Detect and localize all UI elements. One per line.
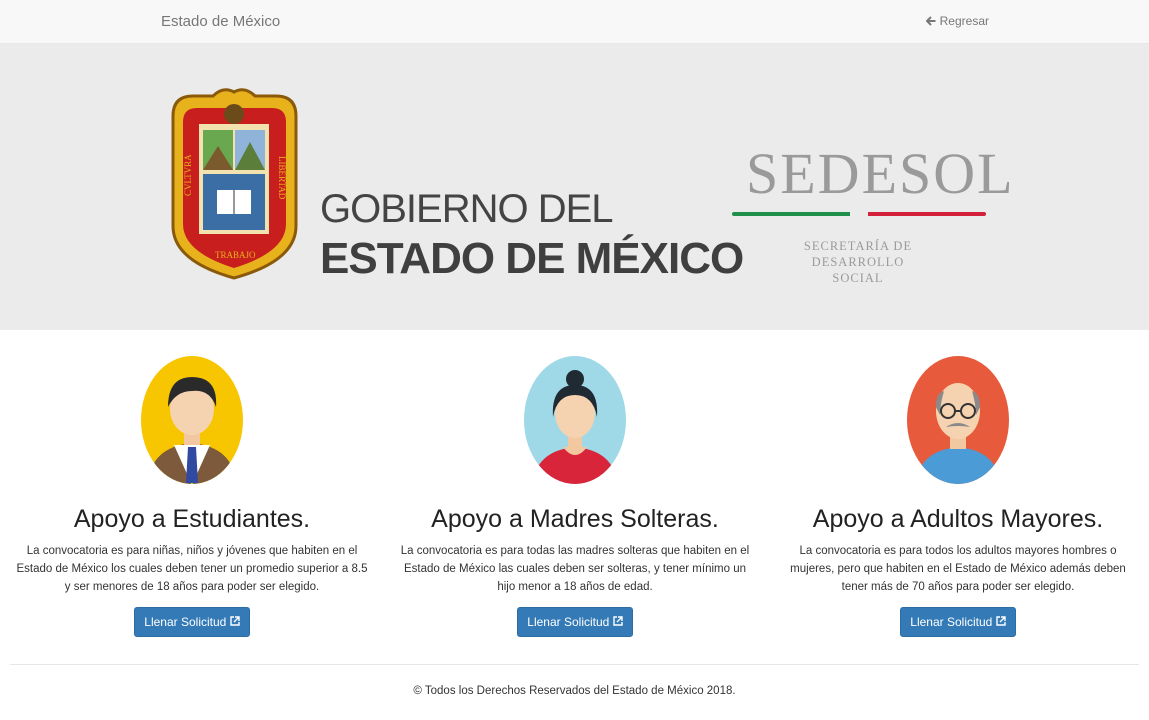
sedesol-sub-line2: DESARROLLO SOCIAL: [811, 255, 905, 285]
back-link[interactable]: Regresar: [925, 14, 989, 28]
back-label: Regresar: [939, 14, 989, 28]
program-title: Apoyo a Adultos Mayores.: [812, 505, 1104, 533]
footer-copyright: © Todos los Derechos Reservados del Esta…: [413, 685, 736, 697]
sedesol-subtitle: SECRETARÍA DE DESARROLLO SOCIAL: [790, 238, 926, 286]
program-description: La convocatoria es para todos los adulto…: [790, 545, 1126, 593]
seal-right-text: LIBERTAD: [277, 156, 287, 200]
fill-application-button[interactable]: Llenar Solicitud: [900, 607, 1016, 637]
arrow-left-icon: [925, 16, 936, 26]
fill-application-button[interactable]: Llenar Solicitud: [517, 607, 633, 637]
state-seal-logo: CVLTVRA LIBERTAD TRABAJO: [171, 88, 298, 280]
flag-red: [868, 212, 986, 216]
program-card-mothers: Apoyo a Madres Solteras. La convocatoria…: [395, 355, 755, 637]
senior-avatar-icon: [907, 356, 1009, 484]
external-link-icon: [996, 616, 1006, 626]
seal-bottom-text: TRABAJO: [215, 250, 256, 260]
program-card-seniors: Apoyo a Adultos Mayores. La convocatoria…: [778, 355, 1138, 637]
student-avatar-icon: [141, 356, 243, 484]
external-link-icon: [613, 616, 623, 626]
button-label: Llenar Solicitud: [910, 615, 993, 629]
flag-white: [850, 212, 868, 216]
program-title: Apoyo a Madres Solteras.: [431, 505, 719, 533]
flag-green: [732, 212, 850, 216]
gobierno-line2: ESTADO DE MÉXICO: [320, 234, 744, 283]
program-description: La convocatoria es para todas las madres…: [400, 545, 750, 593]
program-card-students: Apoyo a Estudiantes. La convocatoria es …: [12, 355, 372, 637]
top-navbar: Estado de México Regresar: [0, 0, 1149, 44]
sedesol-logo-text: SEDESOL: [746, 141, 1015, 206]
seal-left-text: CVLTVRA: [183, 154, 193, 196]
program-title: Apoyo a Estudiantes.: [73, 505, 311, 533]
sedesol-sub-line1: SECRETARÍA DE: [803, 239, 913, 253]
button-label: Llenar Solicitud: [144, 615, 227, 629]
brand-link[interactable]: Estado de México: [161, 13, 280, 30]
button-label: Llenar Solicitud: [527, 615, 610, 629]
footer-divider: [10, 664, 1139, 665]
external-link-icon: [230, 616, 240, 626]
program-description: La convocatoria es para niñas, niños y j…: [16, 545, 368, 593]
fill-application-button[interactable]: Llenar Solicitud: [134, 607, 250, 637]
hero-banner: CVLTVRA LIBERTAD TRABAJO GOBIERNO DEL ES…: [0, 44, 1149, 330]
flag-stripe: [732, 212, 986, 216]
mother-avatar-icon: [524, 356, 626, 484]
gobierno-line1: GOBIERNO DEL: [320, 187, 614, 231]
